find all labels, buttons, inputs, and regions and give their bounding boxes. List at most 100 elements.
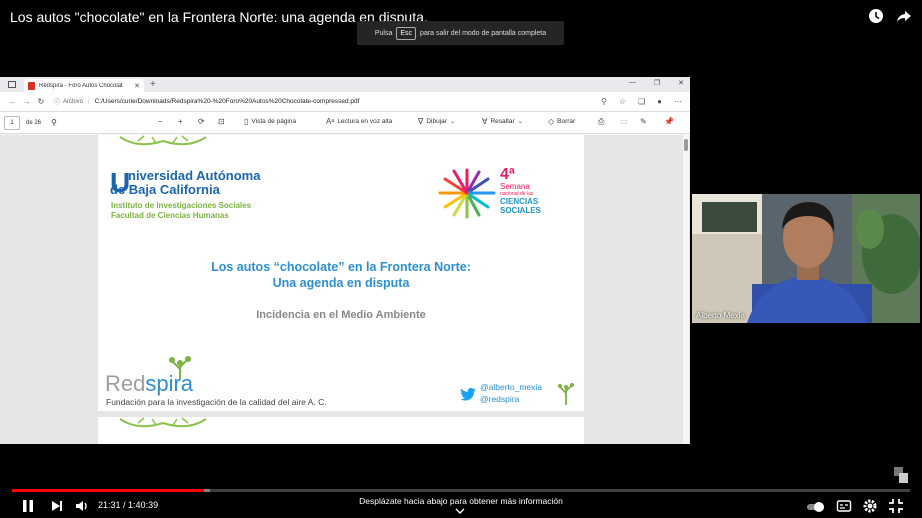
page-view-button[interactable]: ▯ Vista de página: [244, 117, 296, 126]
video-player[interactable]: Los autos "chocolate" en la Frontera Nor…: [0, 0, 922, 518]
address-url[interactable]: C:/Users/curie/Downloads/Redspira%20-%20…: [95, 98, 360, 105]
speaker-video-image: [692, 194, 920, 323]
more-menu-icon[interactable]: ⋯: [674, 97, 682, 106]
minimize-icon[interactable]: —: [629, 79, 636, 87]
draw-label: Dibujar: [426, 118, 447, 125]
share-button[interactable]: [896, 8, 912, 24]
page-number-input[interactable]: 1: [4, 115, 20, 130]
page-view-label: Vista de página: [251, 118, 297, 125]
uabc-line1: niversidad Autónoma: [128, 168, 261, 183]
watch-later-button[interactable]: [868, 8, 884, 24]
chevron-down-icon: ⌄: [449, 119, 455, 125]
twitter-handle-2: @redspira: [480, 394, 520, 404]
exit-fullscreen-icon: [889, 499, 903, 513]
read-aloud-button[interactable]: Aᵃ Lectura en voz alta: [326, 117, 392, 126]
gear-icon: [863, 499, 877, 513]
pin-toolbar-icon[interactable]: 📌: [664, 117, 674, 126]
uabc-faculty: Facultad de Ciencias Humanas: [111, 211, 229, 220]
pdf-viewer[interactable]: U niversidad Autónoma de Baja California…: [0, 135, 690, 444]
toast-prefix: Pulsa: [374, 29, 393, 37]
collections-icon[interactable]: ❏: [638, 97, 645, 106]
new-tab-icon[interactable]: +: [150, 79, 156, 90]
player-controls: 21:31 / 1:40:39 Desplázate hacia abajo p…: [0, 494, 922, 518]
draw-icon: ∇: [418, 117, 424, 126]
favorite-star-icon[interactable]: ☆: [619, 97, 626, 106]
zoom-out-icon[interactable]: −: [158, 117, 163, 126]
browser-tab[interactable]: Redspira - Foro Autos Chocolat ✕: [24, 79, 144, 92]
progress-played: [12, 489, 204, 492]
redspira-red: Red: [105, 371, 146, 396]
read-mode-icon[interactable]: ⚲: [601, 97, 607, 106]
semana-word: Semana: [500, 182, 530, 191]
chevron-down-icon[interactable]: [455, 507, 465, 515]
autoplay-toggle[interactable]: [806, 500, 826, 518]
save-as-icon[interactable]: ✎: [640, 117, 647, 126]
tab-close-icon[interactable]: ✕: [134, 82, 140, 90]
page-total: de 26: [26, 119, 42, 126]
window-menu-icon[interactable]: [8, 81, 16, 88]
uabc-institute: Instituto de Investigaciones Sociales: [111, 201, 252, 210]
save-icon[interactable]: ▭: [620, 117, 628, 126]
page-view-icon: ▯: [244, 117, 249, 126]
channel-watermark-icon[interactable]: [893, 466, 909, 484]
fit-page-icon[interactable]: ⊡: [218, 117, 225, 126]
close-window-icon[interactable]: ✕: [678, 79, 684, 87]
semana-sociales: SOCIALES: [500, 206, 541, 215]
address-separator: |: [88, 98, 90, 105]
slide-title: Los autos “chocolate” en la Frontera Nor…: [98, 259, 584, 291]
colorful-burst-logo-icon: [438, 168, 496, 219]
highlight-button[interactable]: ∀ Resaltar ⌄: [482, 117, 523, 126]
back-arrow-icon[interactable]: ←: [6, 97, 20, 106]
webcam-tile: Alberto Mexia: [692, 194, 920, 323]
scrollbar-thumb[interactable]: [684, 139, 688, 151]
scroll-down-hint[interactable]: Desplázate hacia abajo para obtener más …: [0, 496, 922, 506]
uabc-line2: de Baja California: [110, 182, 220, 197]
print-icon[interactable]: ⎙: [598, 117, 604, 127]
pdf-scrollbar[interactable]: [683, 135, 689, 444]
toast-suffix: para salir del modo de pantalla completa: [420, 29, 547, 37]
reload-icon[interactable]: ↻: [34, 97, 48, 106]
fullscreen-exit-toast: Pulsa Esc para salir del modo de pantall…: [357, 21, 564, 45]
twitter-handle-1: @alberto_mexia: [480, 382, 543, 392]
draw-button[interactable]: ∇ Dibujar ⌄: [418, 117, 455, 126]
address-bar-actions: ⚲ ☆ ❏ ● ⋯: [601, 97, 682, 106]
progress-bar[interactable]: [12, 489, 910, 492]
autoplay-toggle-icon: [807, 502, 824, 512]
uabc-institutes: Instituto de Investigaciones Sociales Fa…: [111, 201, 251, 221]
pdf-page-2: [98, 417, 584, 444]
rotate-icon[interactable]: ⟳: [198, 117, 205, 126]
erase-button[interactable]: ◇ Borrar: [548, 117, 575, 126]
exit-fullscreen-button[interactable]: [888, 498, 904, 518]
esc-key-badge: Esc: [396, 26, 417, 40]
leaf-ornament-icon: [119, 417, 207, 428]
browser-tab-bar: Redspira - Foro Autos Chocolat ✕ + — ❐ ✕: [0, 77, 690, 92]
forward-arrow-icon[interactable]: →: [20, 97, 34, 106]
shared-browser-window: Redspira - Foro Autos Chocolat ✕ + — ❐ ✕…: [0, 77, 690, 444]
subtitles-icon: [836, 500, 852, 512]
semana-ciencias: CIENCIAS: [500, 197, 539, 206]
slide-title-line2: Una agenda en disputa: [272, 276, 410, 290]
address-protocol-icon: ⓘ: [54, 100, 61, 106]
address-bar: ← → ↻ ⓘ Archivo | C:/Users/curie/Downloa…: [0, 92, 690, 112]
redspira-logo: Redspira: [105, 373, 193, 395]
semana-ciencias-sociales: CIENCIAS SOCIALES: [500, 197, 541, 215]
chevron-down-icon: ⌄: [517, 119, 523, 125]
zoom-in-icon[interactable]: +: [178, 117, 183, 126]
top-right-controls: [868, 8, 912, 24]
highlight-icon: ∀: [482, 117, 488, 126]
settings-button[interactable]: [862, 498, 878, 518]
search-icon[interactable]: ⚲: [51, 118, 57, 127]
profile-avatar-icon[interactable]: ●: [657, 97, 662, 106]
redspira-spira: spira: [145, 371, 194, 396]
subtitles-button[interactable]: [836, 498, 852, 518]
sprout-small-icon: [558, 383, 574, 405]
redspira-tagline: Fundación para la investigación de la ca…: [106, 397, 327, 407]
semana-ciencias-sociales-logo: 4ª Semana nacional de las CIENCIAS SOCIA…: [436, 167, 566, 219]
slide-subtitle: Incidencia en el Medio Ambiente: [256, 309, 426, 321]
clock-icon: [869, 9, 883, 23]
erase-label: Borrar: [557, 118, 576, 125]
highlight-label: Resaltar: [490, 118, 515, 125]
pdf-toolbar: 1 de 26 ⚲ − + ⟳ ⊡ ▯ Vista de página Aᵃ L…: [0, 112, 690, 134]
maximize-icon[interactable]: ❐: [654, 79, 660, 87]
address-protocol: Archivo: [63, 98, 84, 105]
